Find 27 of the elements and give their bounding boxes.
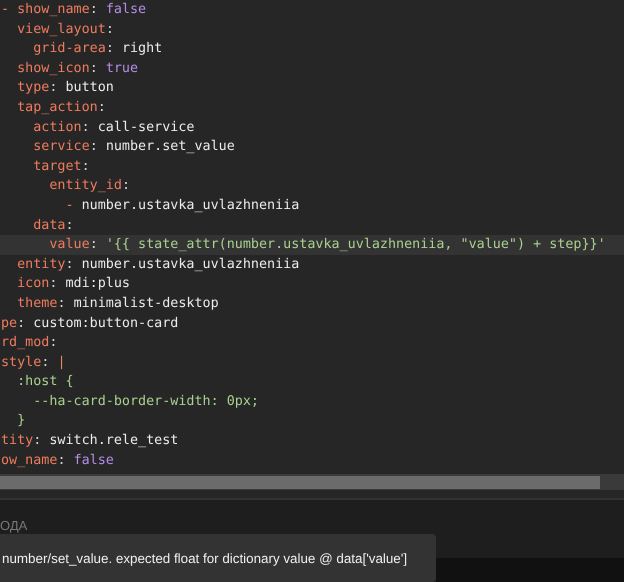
code-line: show_icon: true bbox=[16, 60, 140, 78]
code-line: action: call-service bbox=[32, 118, 196, 137]
code-line: type: button bbox=[16, 79, 115, 98]
code-line: - number.ustavka_uvlazhneniia bbox=[64, 196, 300, 215]
panel-label: ОДА bbox=[0, 518, 28, 533]
code-line: :host { bbox=[16, 373, 75, 392]
code-line: style: | bbox=[0, 354, 66, 372]
code-line: grid-area: right bbox=[32, 40, 164, 58]
horizontal-scrollbar[interactable] bbox=[0, 474, 624, 490]
toast-message: number/set_value. expected float for dictionary value @ data['value'] bbox=[2, 550, 408, 566]
code-line: icon: mdi:plus bbox=[16, 275, 131, 294]
scrollbar-thumb[interactable] bbox=[0, 476, 600, 488]
code-line: entity: number.ustavka_uvlazhneniia bbox=[16, 256, 300, 274]
code-line: tap_action: bbox=[16, 98, 107, 117]
code-line: theme: minimalist-desktop bbox=[16, 294, 220, 313]
code-line: view_layout: bbox=[16, 20, 115, 39]
code-line: --ha-card-border-width: 0px; bbox=[32, 392, 260, 411]
code-line: ow_name: false bbox=[0, 452, 115, 470]
code-line: target: bbox=[32, 158, 91, 176]
code-line: service: number.set_value bbox=[32, 138, 236, 156]
code-line: - show_name: false bbox=[0, 1, 148, 19]
code-line: tity: switch.rele_test bbox=[0, 432, 180, 450]
code-line: rd_mod: bbox=[0, 334, 58, 352]
code-line: entity_id: bbox=[48, 177, 131, 196]
code-line: pe: custom:button-card bbox=[0, 314, 180, 332]
code-line: } bbox=[16, 412, 26, 430]
code-line: data: bbox=[32, 216, 75, 235]
